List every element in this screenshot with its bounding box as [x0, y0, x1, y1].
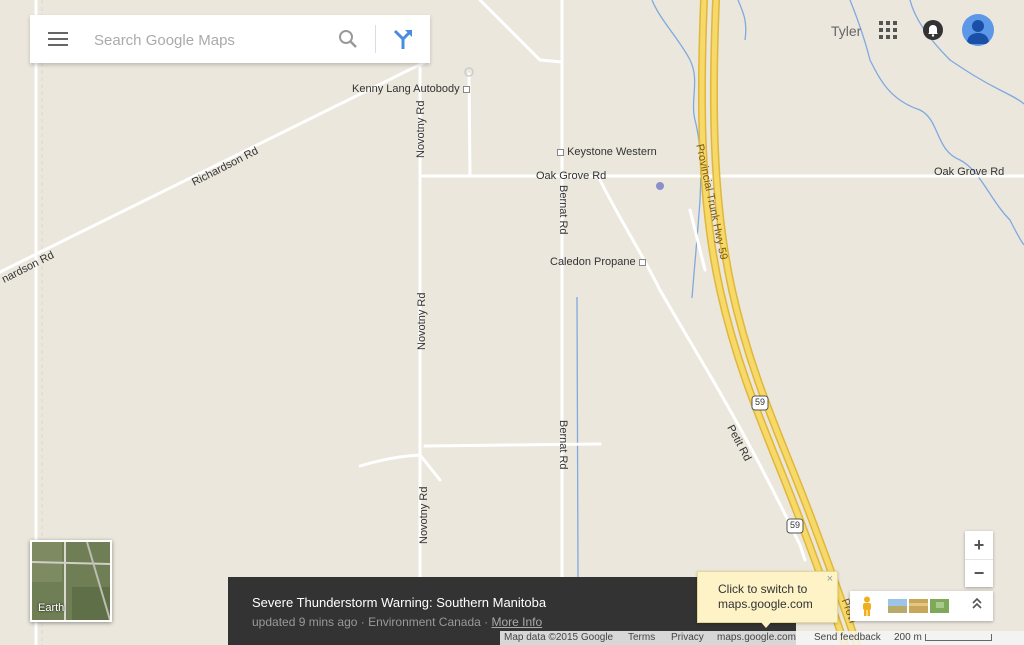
avatar[interactable]	[962, 14, 994, 46]
apps-grid-icon[interactable]	[879, 21, 897, 39]
directions-icon[interactable]	[391, 27, 415, 51]
map-data-attribution: Map data ©2015 Google	[504, 632, 614, 643]
privacy-link[interactable]: Privacy	[671, 632, 704, 643]
search-input[interactable]	[92, 27, 331, 53]
search-icon[interactable]	[336, 27, 360, 51]
photo-thumbnail-icon[interactable]	[930, 599, 949, 613]
alert-title: Severe Thunderstorm Warning: Southern Ma…	[252, 595, 547, 610]
terms-link[interactable]: Terms	[628, 632, 655, 643]
notifications-bell-icon[interactable]	[923, 20, 943, 40]
place-dot-icon	[638, 258, 646, 266]
alert-subtitle: updated 9 mins ago · Environment Canada …	[252, 615, 542, 629]
scale-bar	[925, 634, 992, 641]
place-caledon-propane[interactable]: Caledon Propane	[550, 256, 646, 268]
road-label-oak-grove-rd: Oak Grove Rd	[536, 170, 607, 182]
road-label-oak-grove-rd-2: Oak Grove Rd	[934, 166, 1005, 178]
earth-label: Earth	[38, 602, 65, 614]
zoom-in-button[interactable]: +	[965, 531, 993, 560]
road-label-bernat-rd-2: Bernat Rd	[557, 420, 569, 470]
road-label-bernat-rd: Bernat Rd	[557, 185, 569, 235]
send-feedback-link[interactable]: Send feedback	[814, 632, 881, 643]
switch-site-tooltip: Click to switch to maps.google.com ×	[697, 571, 838, 628]
road-label-novotny-rd: Novotny Rd	[415, 100, 427, 158]
tooltip-text: Click to switch to maps.google.com	[718, 582, 813, 611]
place-label: Keystone Western	[567, 146, 657, 158]
place-dot-icon	[557, 148, 564, 156]
pegman-icon[interactable]	[860, 596, 874, 616]
alert-updated: updated 9 mins ago · Environment Canada …	[252, 615, 492, 629]
earth-view-toggle[interactable]: Earth	[30, 540, 112, 622]
zoom-control: + −	[965, 531, 993, 587]
place-keystone-western[interactable]: Keystone Western	[557, 146, 657, 158]
photo-thumbnail-icon[interactable]	[909, 599, 928, 613]
map-footer: Map data ©2015 Google Terms Privacy maps…	[500, 631, 1024, 645]
place-label: Caledon Propane	[550, 256, 636, 268]
zoom-out-button[interactable]: −	[965, 559, 993, 587]
tooltip-arrow	[760, 621, 772, 628]
street-view-panel	[850, 591, 993, 621]
user-name[interactable]: Tyler	[831, 23, 861, 39]
divider	[375, 25, 376, 53]
menu-icon[interactable]	[48, 32, 68, 46]
more-info-link[interactable]: More Info	[491, 615, 542, 629]
road-label-novotny-rd-2: Novotny Rd	[416, 292, 428, 350]
place-label: Kenny Lang Autobody	[352, 83, 460, 95]
road-label-novotny-rd-3: Novotny Rd	[418, 486, 430, 544]
chevron-up-icon[interactable]	[972, 597, 982, 612]
photo-thumbnail-icon[interactable]	[888, 599, 907, 613]
place-marker-icon[interactable]	[656, 182, 664, 190]
place-kenny-lang-autobody[interactable]: Kenny Lang Autobody	[352, 83, 470, 95]
close-icon[interactable]: ×	[827, 573, 833, 585]
map-canvas[interactable]	[0, 0, 1024, 645]
highway-shield-label-b: 59	[790, 520, 801, 530]
scale-label: 200 m	[894, 632, 922, 643]
highway-shield-label-a: 59	[755, 397, 766, 407]
place-dot-icon	[462, 85, 470, 93]
site-link[interactable]: maps.google.com	[717, 632, 796, 643]
search-box	[30, 15, 430, 63]
